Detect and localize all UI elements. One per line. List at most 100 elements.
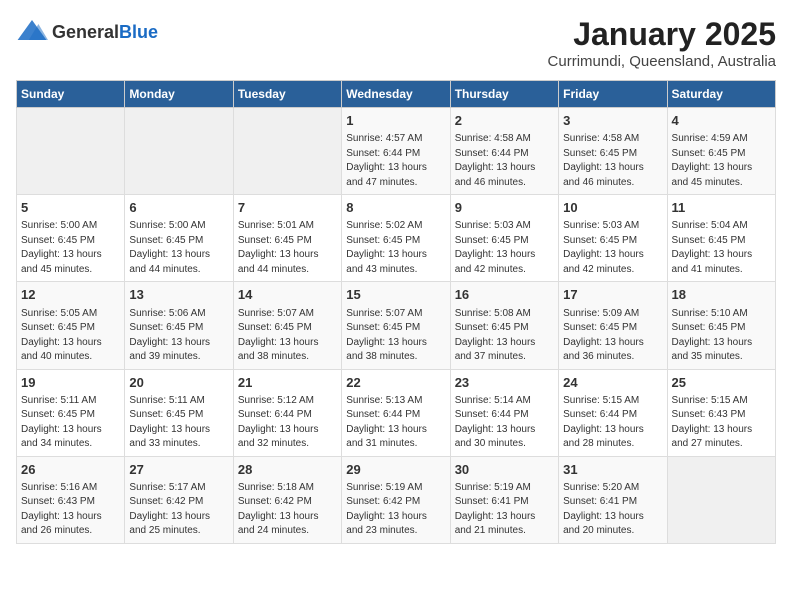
calendar-cell: 30Sunrise: 5:19 AM Sunset: 6:41 PM Dayli…: [450, 456, 558, 543]
day-number: 19: [21, 374, 120, 392]
calendar-cell: 29 Sunrise: 5:19 AM Sunset: 6:42 PM Dayli…: [342, 456, 450, 543]
calendar-cell: 21 Sunrise: 5:12 AM Sunset: 6:44 PM Dayli…: [233, 369, 341, 456]
day-number: 5: [21, 199, 120, 217]
calendar-week-3: 12 Sunrise: 5:05 AM Sunset: 6:45 PM Dayli…: [17, 282, 776, 369]
day-detail: Sunrise: 5:04 AM Sunset: 6:45 PM Dayligh…: [672, 219, 771, 277]
calendar-cell: 27 Sunrise: 5:17 AM Sunset: 6:42 PM Dayli…: [125, 456, 233, 543]
day-detail: Sunrise: 4:59 AM Sunset: 6:45 PM Dayligh…: [672, 132, 771, 190]
day-detail: Sunrise: 5:11 AM Sunset: 6:45 PM Dayligh…: [21, 394, 120, 452]
calendar-cell: 28Sunrise: 5:18 AM Sunset: 6:42 PM Dayli…: [233, 456, 341, 543]
calendar-cell: 9 Sunrise: 5:03 AM Sunset: 6:45 PM Daylig…: [450, 195, 558, 282]
calendar-cell: 3Sunrise: 4:58 AM Sunset: 6:45 PM Daylig…: [559, 108, 667, 195]
day-detail: Sunrise: 5:08 AM Sunset: 6:45 PM Dayligh…: [455, 307, 554, 365]
day-detail: Sunrise: 5:07 AM Sunset: 6:45 PM Dayligh…: [238, 307, 337, 365]
day-detail: Sunrise: 5:00 AM Sunset: 6:45 PM Dayligh…: [21, 219, 120, 277]
day-header-saturday: Saturday: [667, 81, 775, 108]
day-number: 4: [672, 112, 771, 130]
day-detail: Sunrise: 5:12 AM Sunset: 6:44 PM Dayligh…: [238, 394, 337, 452]
day-number: 16: [455, 286, 554, 304]
day-detail: Sunrise: 5:03 AM Sunset: 6:45 PM Dayligh…: [563, 219, 662, 277]
day-detail: Sunrise: 4:58 AM Sunset: 6:44 PM Dayligh…: [455, 132, 554, 190]
calendar-title: January 2025: [548, 16, 776, 53]
day-detail: Sunrise: 4:57 AM Sunset: 6:44 PM Dayligh…: [346, 132, 445, 190]
day-number: 13: [129, 286, 228, 304]
day-number: 24: [563, 374, 662, 392]
day-detail: Sunrise: 5:19 AM Sunset: 6:42 PM Dayligh…: [346, 481, 445, 539]
day-number: 12: [21, 286, 120, 304]
day-header-wednesday: Wednesday: [342, 81, 450, 108]
logo: GeneralBlue: [16, 16, 158, 48]
day-number: 25: [672, 374, 771, 392]
calendar-week-1: 1 Sunrise: 4:57 AM Sunset: 6:44 PM Daylig…: [17, 108, 776, 195]
calendar-cell: 22 Sunrise: 5:13 AM Sunset: 6:44 PM Dayli…: [342, 369, 450, 456]
logo-blue-text: Blue: [119, 22, 158, 42]
day-header-sunday: Sunday: [17, 81, 125, 108]
day-number: 28: [238, 461, 337, 479]
day-number: 29: [346, 461, 445, 479]
day-number: 6: [129, 199, 228, 217]
day-number: 3: [563, 112, 662, 130]
day-number: 14: [238, 286, 337, 304]
day-detail: Sunrise: 5:02 AM Sunset: 6:45 PM Dayligh…: [346, 219, 445, 277]
day-detail: Sunrise: 5:05 AM Sunset: 6:45 PM Dayligh…: [21, 307, 120, 365]
day-number: 26: [21, 461, 120, 479]
calendar-cell: 20Sunrise: 5:11 AM Sunset: 6:45 PM Dayli…: [125, 369, 233, 456]
day-number: 21: [238, 374, 337, 392]
day-header-friday: Friday: [559, 81, 667, 108]
calendar-cell: 23Sunrise: 5:14 AM Sunset: 6:44 PM Dayli…: [450, 369, 558, 456]
day-number: 31: [563, 461, 662, 479]
calendar-cell: 11 Sunrise: 5:04 AM Sunset: 6:45 PM Dayli…: [667, 195, 775, 282]
day-number: 9: [455, 199, 554, 217]
calendar-cell: 25 Sunrise: 5:15 AM Sunset: 6:43 PM Dayli…: [667, 369, 775, 456]
logo-icon: [16, 16, 48, 48]
day-header-thursday: Thursday: [450, 81, 558, 108]
day-number: 8: [346, 199, 445, 217]
calendar-subtitle: Currimundi, Queensland, Australia: [548, 53, 776, 70]
calendar-cell: 16 Sunrise: 5:08 AM Sunset: 6:45 PM Dayli…: [450, 282, 558, 369]
title-area: January 2025 Currimundi, Queensland, Aus…: [548, 16, 776, 70]
day-detail: Sunrise: 5:06 AM Sunset: 6:45 PM Dayligh…: [129, 307, 228, 365]
logo-general-text: General: [52, 22, 119, 42]
day-number: 11: [672, 199, 771, 217]
calendar-cell: 31Sunrise: 5:20 AM Sunset: 6:41 PM Dayli…: [559, 456, 667, 543]
calendar-cell: 15 Sunrise: 5:07 AM Sunset: 6:45 PM Dayli…: [342, 282, 450, 369]
calendar-table: SundayMondayTuesdayWednesdayThursdayFrid…: [16, 80, 776, 544]
day-number: 10: [563, 199, 662, 217]
page-header: GeneralBlue January 2025 Currimundi, Que…: [16, 16, 776, 70]
day-detail: Sunrise: 5:10 AM Sunset: 6:45 PM Dayligh…: [672, 307, 771, 365]
calendar-week-2: 5 Sunrise: 5:00 AM Sunset: 6:45 PM Daylig…: [17, 195, 776, 282]
calendar-cell: [125, 108, 233, 195]
day-number: 22: [346, 374, 445, 392]
day-number: 7: [238, 199, 337, 217]
day-detail: Sunrise: 5:00 AM Sunset: 6:45 PM Dayligh…: [129, 219, 228, 277]
day-detail: Sunrise: 5:15 AM Sunset: 6:43 PM Dayligh…: [672, 394, 771, 452]
calendar-cell: [233, 108, 341, 195]
day-number: 15: [346, 286, 445, 304]
calendar-week-5: 26Sunrise: 5:16 AM Sunset: 6:43 PM Dayli…: [17, 456, 776, 543]
day-number: 17: [563, 286, 662, 304]
day-number: 2: [455, 112, 554, 130]
day-detail: Sunrise: 5:15 AM Sunset: 6:44 PM Dayligh…: [563, 394, 662, 452]
calendar-cell: 1 Sunrise: 4:57 AM Sunset: 6:44 PM Daylig…: [342, 108, 450, 195]
calendar-cell: 18Sunrise: 5:10 AM Sunset: 6:45 PM Dayli…: [667, 282, 775, 369]
calendar-cell: 2 Sunrise: 4:58 AM Sunset: 6:44 PM Daylig…: [450, 108, 558, 195]
day-number: 27: [129, 461, 228, 479]
calendar-cell: 13 Sunrise: 5:06 AM Sunset: 6:45 PM Dayli…: [125, 282, 233, 369]
day-header-tuesday: Tuesday: [233, 81, 341, 108]
day-detail: Sunrise: 5:14 AM Sunset: 6:44 PM Dayligh…: [455, 394, 554, 452]
day-detail: Sunrise: 5:07 AM Sunset: 6:45 PM Dayligh…: [346, 307, 445, 365]
day-number: 1: [346, 112, 445, 130]
day-detail: Sunrise: 5:01 AM Sunset: 6:45 PM Dayligh…: [238, 219, 337, 277]
calendar-cell: 4 Sunrise: 4:59 AM Sunset: 6:45 PM Daylig…: [667, 108, 775, 195]
calendar-cell: 6 Sunrise: 5:00 AM Sunset: 6:45 PM Daylig…: [125, 195, 233, 282]
calendar-header-row: SundayMondayTuesdayWednesdayThursdayFrid…: [17, 81, 776, 108]
day-detail: Sunrise: 5:03 AM Sunset: 6:45 PM Dayligh…: [455, 219, 554, 277]
day-detail: Sunrise: 5:17 AM Sunset: 6:42 PM Dayligh…: [129, 481, 228, 539]
day-number: 20: [129, 374, 228, 392]
day-detail: Sunrise: 5:13 AM Sunset: 6:44 PM Dayligh…: [346, 394, 445, 452]
calendar-cell: 10 Sunrise: 5:03 AM Sunset: 6:45 PM Dayli…: [559, 195, 667, 282]
calendar-cell: 14 Sunrise: 5:07 AM Sunset: 6:45 PM Dayli…: [233, 282, 341, 369]
calendar-cell: 5 Sunrise: 5:00 AM Sunset: 6:45 PM Daylig…: [17, 195, 125, 282]
calendar-cell: 7 Sunrise: 5:01 AM Sunset: 6:45 PM Daylig…: [233, 195, 341, 282]
day-detail: Sunrise: 5:19 AM Sunset: 6:41 PM Dayligh…: [455, 481, 554, 539]
